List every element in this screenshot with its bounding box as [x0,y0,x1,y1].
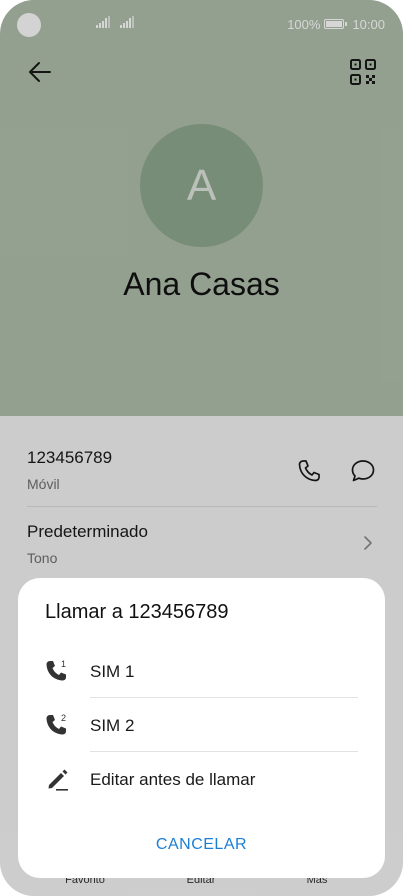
option-divider [90,751,358,752]
svg-text:1: 1 [61,659,66,669]
phone-sim2-icon: 2 [46,713,66,735]
svg-text:2: 2 [61,713,66,723]
option-sim2[interactable]: SIM 2 [90,716,134,736]
option-divider [90,697,358,698]
pencil-icon [48,769,68,791]
call-with-dialog: Llamar a 123456789 1 SIM 1 2 SIM 2 Edita… [18,578,385,878]
phone-sim1-icon: 1 [46,659,66,681]
option-sim1[interactable]: SIM 1 [90,662,134,682]
contact-screen: 100% 10:00 A Ana Casas 123456789 Móvil P… [0,0,403,896]
option-edit-before-call[interactable]: Editar antes de llamar [90,770,255,790]
cancel-button[interactable]: CANCELAR [18,836,385,854]
dialog-title: Llamar a 123456789 [45,601,229,623]
